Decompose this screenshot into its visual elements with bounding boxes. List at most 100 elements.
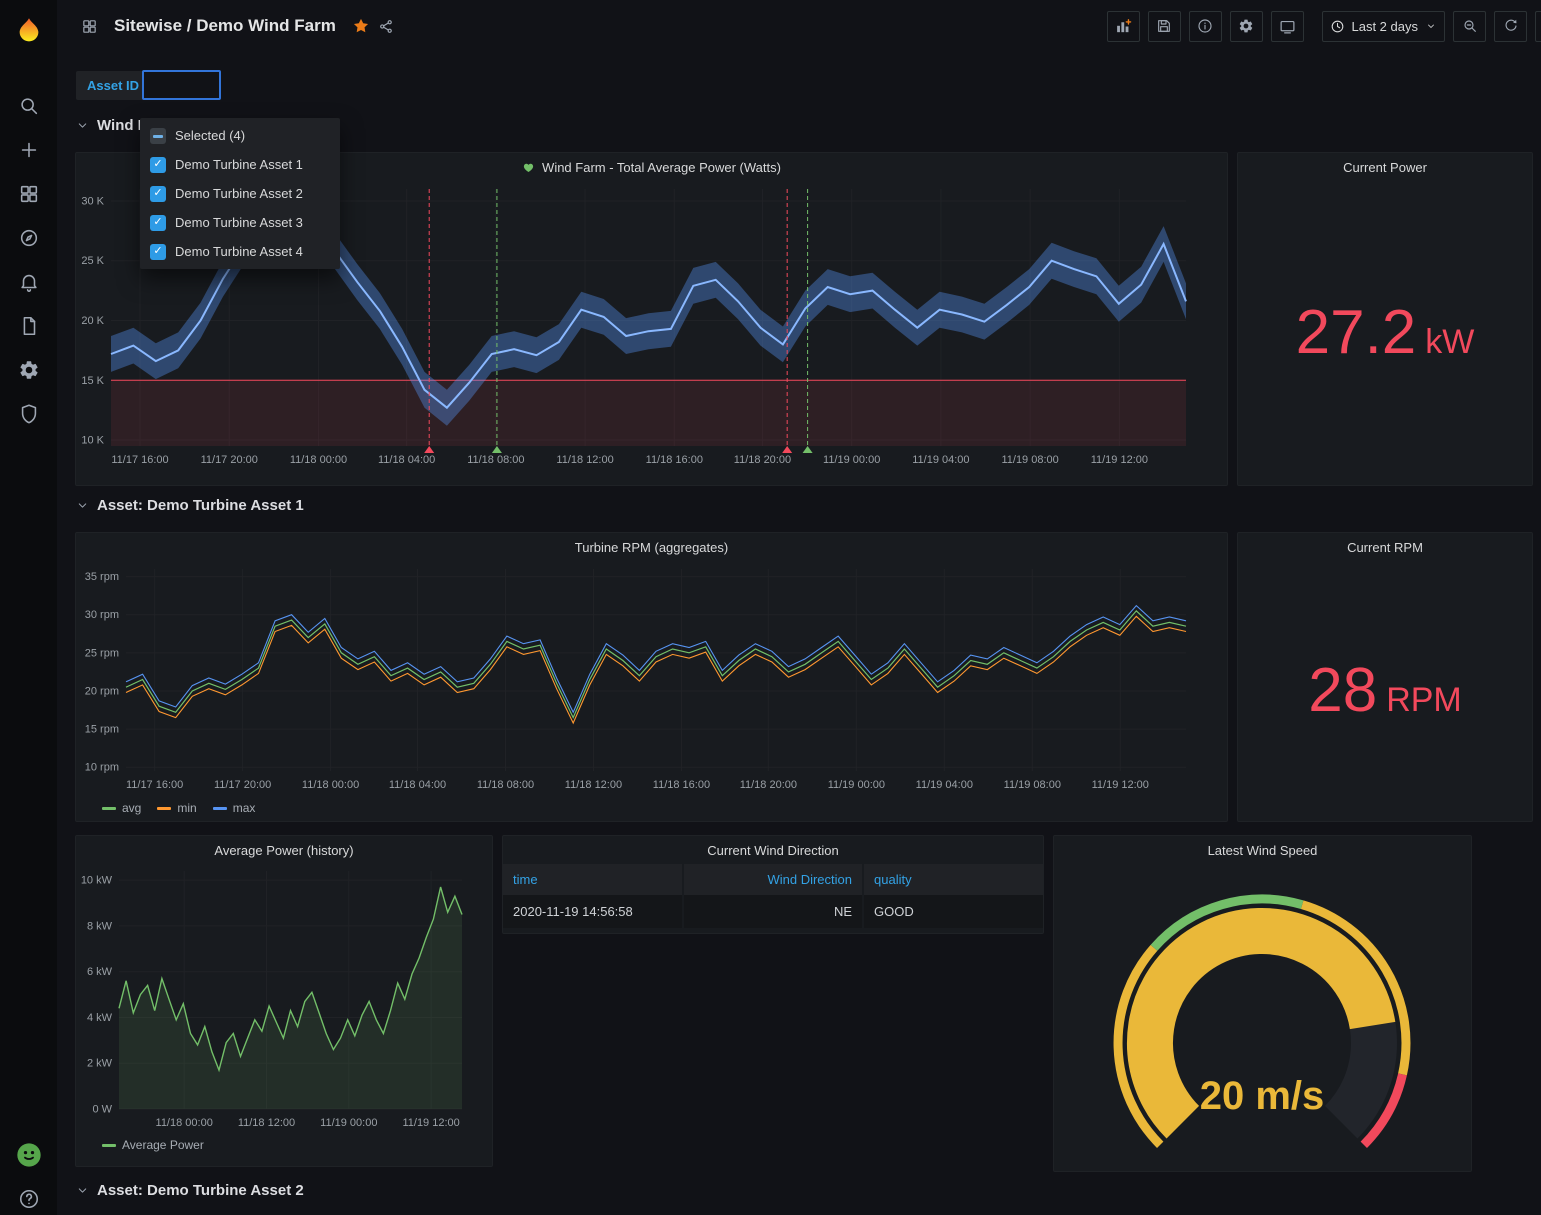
variable-label: Asset ID (76, 71, 150, 100)
svg-text:10 kW: 10 kW (81, 875, 113, 887)
refresh-button[interactable] (1494, 11, 1527, 42)
panel-title[interactable]: Average Power (history) (76, 836, 492, 864)
svg-text:4 kW: 4 kW (87, 1012, 113, 1024)
share-icon[interactable] (374, 14, 399, 39)
create-icon[interactable] (0, 128, 57, 172)
svg-text:8 kW: 8 kW (87, 920, 113, 932)
svg-text:11/19 00:00: 11/19 00:00 (823, 454, 880, 466)
stat-body: 27.2 kW (1238, 181, 1532, 485)
row-title: Asset: Demo Turbine Asset 2 (97, 1182, 304, 1199)
legend-swatch-icon (213, 807, 227, 810)
row-title: Asset: Demo Turbine Asset 1 (97, 497, 304, 514)
star-icon[interactable] (348, 13, 374, 39)
svg-text:15 K: 15 K (81, 375, 104, 387)
svg-text:10 rpm: 10 rpm (85, 762, 119, 774)
panel-latest-wind-speed: Latest Wind Speed 20 m/s (1053, 835, 1472, 1172)
panel-title[interactable]: Current Power (1238, 153, 1532, 181)
row-header-asset-1[interactable]: Asset: Demo Turbine Asset 1 (76, 497, 304, 514)
legend-item-average-power[interactable]: Average Power (102, 1138, 204, 1152)
zoom-out-button[interactable] (1453, 11, 1486, 42)
column-header-wind-direction[interactable]: Wind Direction (683, 864, 863, 895)
alerting-icon[interactable] (0, 260, 57, 304)
svg-text:11/18 20:00: 11/18 20:00 (740, 779, 797, 791)
dashboard-insights-button[interactable] (1189, 11, 1222, 42)
dropdown-option[interactable]: Demo Turbine Asset 4 (140, 237, 340, 266)
legend-item-avg[interactable]: avg (102, 801, 141, 815)
user-avatar[interactable] (0, 1133, 57, 1177)
table-cell: NE (683, 895, 863, 928)
chevron-down-icon (76, 1184, 89, 1197)
column-header-time[interactable]: time (503, 864, 683, 895)
svg-text:11/17 16:00: 11/17 16:00 (126, 779, 183, 791)
legend-item-max[interactable]: max (213, 801, 256, 815)
svg-text:30 rpm: 30 rpm (85, 609, 119, 621)
svg-text:11/17 20:00: 11/17 20:00 (214, 779, 271, 791)
dashboards-icon[interactable] (0, 172, 57, 216)
panel-title[interactable]: Current Wind Direction (503, 836, 1043, 864)
average-power-chart[interactable]: 11/18 00:00 11/18 12:00 11/19 00:00 11/19 1… (76, 864, 492, 1134)
legend-label: Average Power (122, 1138, 204, 1152)
dropdown-selected-summary[interactable]: Selected (4) (140, 121, 340, 150)
panel-title[interactable]: Current RPM (1238, 533, 1532, 561)
legend-item-min[interactable]: min (157, 801, 196, 815)
chevron-down-icon (1425, 20, 1437, 32)
svg-text:11/17 16:00: 11/17 16:00 (111, 454, 168, 466)
turbine-rpm-chart[interactable]: 11/17 16:0011/17 20:0011/18 00:0011/18 0… (76, 561, 1227, 797)
table-cell: GOOD (863, 895, 1043, 928)
dashboard-settings-button[interactable] (1230, 11, 1263, 42)
cycle-view-mode-button[interactable] (1271, 11, 1304, 42)
svg-text:25 rpm: 25 rpm (85, 647, 119, 659)
dropdown-option[interactable]: Demo Turbine Asset 1 (140, 150, 340, 179)
checkbox-checked-icon (150, 215, 166, 231)
svg-text:6 kW: 6 kW (87, 966, 113, 978)
svg-text:11/18 12:00: 11/18 12:00 (238, 1117, 295, 1129)
svg-text:11/19 08:00: 11/19 08:00 (1001, 454, 1058, 466)
svg-text:11/18 00:00: 11/18 00:00 (156, 1117, 213, 1129)
chevron-down-icon (76, 499, 89, 512)
panel-title[interactable]: Turbine RPM (aggregates) (76, 533, 1227, 561)
asset-dropdown-menu: Selected (4) Demo Turbine Asset 1Demo Tu… (140, 118, 340, 269)
svg-text:11/18 08:00: 11/18 08:00 (467, 454, 524, 466)
sidebar (0, 0, 57, 1215)
svg-text:11/18 00:00: 11/18 00:00 (290, 454, 347, 466)
grafana-logo[interactable] (0, 6, 57, 58)
average-power-legend: Average Power (76, 1138, 492, 1152)
svg-text:20 rpm: 20 rpm (85, 685, 119, 697)
help-icon[interactable] (0, 1177, 57, 1215)
time-picker-button[interactable]: Last 2 days (1322, 11, 1446, 42)
svg-text:35 rpm: 35 rpm (85, 571, 119, 583)
server-admin-icon[interactable] (0, 392, 57, 436)
svg-text:11/18 20:00: 11/18 20:00 (734, 454, 791, 466)
legend-swatch-icon (102, 1144, 116, 1147)
save-dashboard-button[interactable] (1148, 11, 1181, 42)
explore-icon[interactable] (0, 216, 57, 260)
search-icon[interactable] (0, 84, 57, 128)
svg-text:11/19 08:00: 11/19 08:00 (1004, 779, 1061, 791)
configuration-icon[interactable] (0, 348, 57, 392)
legend-swatch-icon (102, 807, 116, 810)
documents-icon[interactable] (0, 304, 57, 348)
dropdown-option[interactable]: Demo Turbine Asset 2 (140, 179, 340, 208)
asset-id-input[interactable] (142, 70, 221, 100)
add-panel-button[interactable] (1107, 11, 1140, 42)
row-header-asset-2[interactable]: Asset: Demo Turbine Asset 2 (76, 1182, 304, 1199)
svg-text:0 W: 0 W (92, 1104, 112, 1116)
time-range-label: Last 2 days (1352, 19, 1419, 34)
panel-current-rpm: Current RPM 28 RPM (1237, 532, 1533, 822)
svg-text:11/19 04:00: 11/19 04:00 (916, 779, 973, 791)
svg-text:11/19 04:00: 11/19 04:00 (912, 454, 969, 466)
dropdown-option[interactable]: Demo Turbine Asset 3 (140, 208, 340, 237)
legend-label: max (233, 801, 256, 815)
panel-title[interactable]: Latest Wind Speed (1054, 836, 1471, 864)
refresh-interval-button[interactable] (1535, 11, 1541, 42)
legend-label: min (177, 801, 196, 815)
navbar-actions: Last 2 days (1107, 11, 1541, 42)
svg-text:25 K: 25 K (81, 255, 104, 267)
svg-text:11/19 12:00: 11/19 12:00 (402, 1117, 459, 1129)
panel-current-power: Current Power 27.2 kW (1237, 152, 1533, 486)
dashboard-title[interactable]: Sitewise / Demo Wind Farm (114, 16, 336, 36)
apps-icon (77, 14, 102, 39)
table-header-row: timeWind Directionquality (503, 864, 1043, 895)
svg-text:11/19 00:00: 11/19 00:00 (320, 1117, 377, 1129)
column-header-quality[interactable]: quality (863, 864, 1043, 895)
